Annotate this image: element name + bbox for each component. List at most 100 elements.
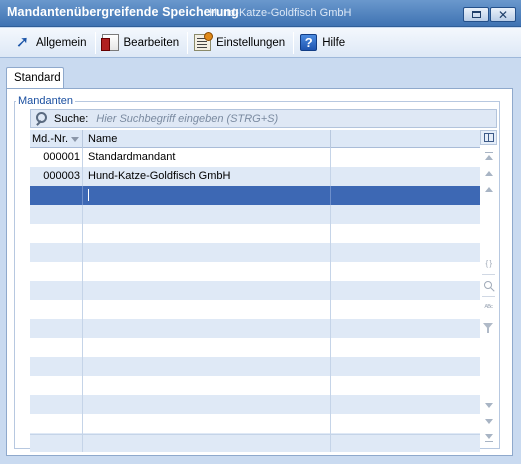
name-cell bbox=[83, 433, 331, 452]
scroll-up-button[interactable] bbox=[480, 182, 497, 197]
sort-descending-icon bbox=[71, 136, 80, 142]
name-cell bbox=[83, 357, 331, 376]
table-row[interactable] bbox=[30, 414, 480, 433]
toolbar-hilfe-label: Hilfe bbox=[322, 36, 346, 49]
table-row[interactable] bbox=[30, 357, 480, 376]
md-nr-cell bbox=[30, 186, 83, 205]
mandanten-table: Md.-Nr. Name 000001 Standardmandant 000003… bbox=[30, 130, 480, 452]
md-nr-cell bbox=[30, 357, 83, 376]
md-nr-cell bbox=[30, 224, 83, 243]
name-cell: Hund-Katze-Goldfisch GmbH bbox=[83, 167, 331, 186]
table-row[interactable] bbox=[30, 224, 480, 243]
toolbar-separator bbox=[293, 31, 295, 54]
restore-icon bbox=[471, 11, 481, 18]
table-row[interactable] bbox=[30, 243, 480, 262]
search-bar: Suche: bbox=[30, 109, 497, 128]
md-nr-cell bbox=[30, 319, 83, 338]
table-row[interactable] bbox=[30, 338, 480, 357]
arrow-icon: ➚ bbox=[15, 34, 30, 51]
name-cell bbox=[83, 338, 331, 357]
scroll-page-down-button[interactable] bbox=[480, 414, 497, 429]
table-row[interactable]: 000003 Hund-Katze-Goldfisch GmbH bbox=[30, 167, 480, 186]
filter-icon bbox=[482, 322, 495, 333]
extra-cell bbox=[331, 338, 480, 357]
extra-cell bbox=[331, 357, 480, 376]
toolbar-allgemein-button[interactable]: ➚ Allgemein bbox=[10, 31, 93, 55]
toolbar-bearbeiten-label: Bearbeiten bbox=[123, 36, 180, 49]
scroll-page-up-button[interactable] bbox=[480, 166, 497, 181]
page-up-icon bbox=[484, 171, 493, 176]
search-label: Suche: bbox=[54, 112, 89, 125]
md-nr-cell: 000003 bbox=[30, 167, 83, 186]
table-row[interactable] bbox=[30, 395, 480, 414]
columns-icon bbox=[483, 133, 494, 142]
md-nr-cell bbox=[30, 433, 83, 452]
table-row[interactable] bbox=[30, 281, 480, 300]
restore-button[interactable] bbox=[463, 7, 489, 22]
scroll-first-button[interactable] bbox=[480, 150, 497, 165]
table-row[interactable] bbox=[30, 186, 480, 205]
table-side-toolbar: { } ᴬᴮᶜ bbox=[480, 130, 497, 444]
table-row[interactable] bbox=[30, 300, 480, 319]
table-row[interactable]: 000001 Standardmandant bbox=[30, 148, 480, 167]
md-nr-cell bbox=[30, 281, 83, 300]
edit-icon bbox=[100, 34, 119, 51]
name-cell bbox=[83, 300, 331, 319]
name-cell bbox=[83, 205, 331, 224]
table-body: 000001 Standardmandant 000003 Hund-Katze-Go… bbox=[30, 148, 480, 452]
search-input[interactable] bbox=[96, 112, 457, 125]
md-nr-cell bbox=[30, 338, 83, 357]
table-row[interactable] bbox=[30, 205, 480, 224]
group-label: Mandanten bbox=[16, 95, 76, 107]
name-cell bbox=[83, 186, 331, 205]
extra-cell bbox=[331, 395, 480, 414]
scroll-last-button[interactable] bbox=[480, 429, 497, 444]
table-row[interactable] bbox=[30, 376, 480, 395]
md-nr-cell bbox=[30, 262, 83, 281]
table-row[interactable] bbox=[30, 262, 480, 281]
title-bar[interactable]: Hund-Katze-Goldfisch GmbH Mandantenüberg… bbox=[0, 0, 521, 27]
name-cell bbox=[83, 262, 331, 281]
name-cell: Standardmandant bbox=[83, 148, 331, 167]
extra-cell bbox=[331, 433, 480, 452]
settings-icon bbox=[194, 32, 214, 51]
md-nr-cell bbox=[30, 395, 83, 414]
extra-cell bbox=[331, 414, 480, 433]
extra-cell bbox=[331, 319, 480, 338]
name-cell bbox=[83, 395, 331, 414]
toolbar-einstellungen-button[interactable]: Einstellungen bbox=[190, 31, 291, 55]
filter-button[interactable] bbox=[480, 320, 497, 335]
toolbar-bearbeiten-button[interactable]: Bearbeiten bbox=[98, 31, 186, 55]
table-row[interactable] bbox=[30, 319, 480, 338]
extra-cell bbox=[331, 243, 480, 262]
abc-button[interactable]: ᴬᴮᶜ bbox=[480, 300, 497, 315]
column-header-empty[interactable] bbox=[331, 130, 480, 148]
extra-cell bbox=[331, 167, 480, 186]
last-record-icon bbox=[484, 434, 493, 442]
text-caret bbox=[88, 189, 89, 201]
scroll-down-button[interactable] bbox=[480, 398, 497, 413]
close-button[interactable]: ✕ bbox=[490, 7, 516, 22]
table-header: Md.-Nr. Name bbox=[30, 130, 480, 148]
toolbar-separator bbox=[187, 31, 189, 54]
magnifier-icon bbox=[483, 280, 494, 291]
down-icon bbox=[484, 403, 493, 408]
column-header-md-nr[interactable]: Md.-Nr. bbox=[30, 130, 83, 148]
first-record-icon bbox=[484, 152, 493, 160]
name-cell bbox=[83, 281, 331, 300]
md-nr-cell bbox=[30, 376, 83, 395]
md-nr-cell bbox=[30, 205, 83, 224]
toolbar-hilfe-button[interactable]: ? Hilfe bbox=[296, 31, 351, 55]
find-button[interactable] bbox=[480, 278, 497, 293]
column-header-name[interactable]: Name bbox=[83, 130, 331, 148]
column-chooser-button[interactable] bbox=[480, 130, 497, 145]
tab-standard[interactable]: Standard bbox=[6, 67, 64, 89]
md-nr-cell bbox=[30, 300, 83, 319]
table-row[interactable] bbox=[30, 433, 480, 452]
close-icon: ✕ bbox=[497, 7, 509, 22]
toolbar-separator bbox=[94, 31, 96, 54]
extra-cell bbox=[331, 376, 480, 395]
toolbar-allgemein-label: Allgemein bbox=[36, 36, 87, 49]
braces-button[interactable]: { } bbox=[480, 256, 497, 271]
name-cell bbox=[83, 243, 331, 262]
